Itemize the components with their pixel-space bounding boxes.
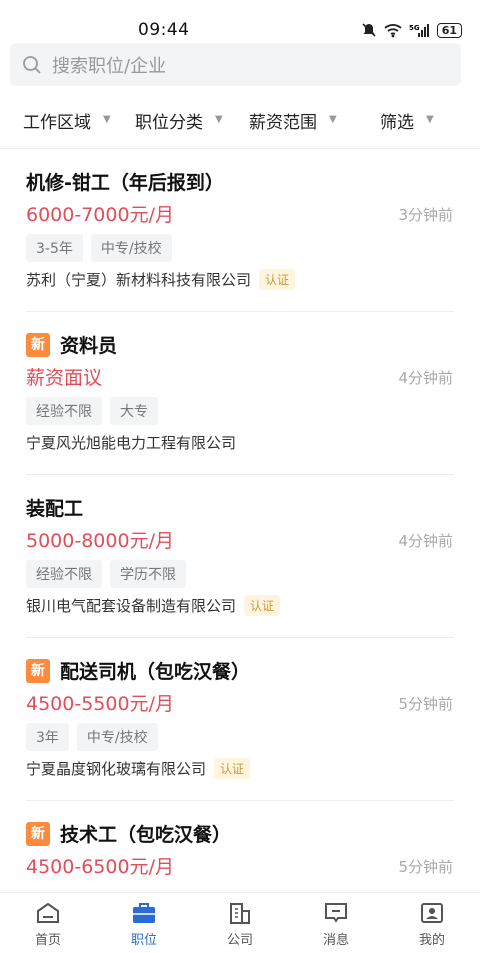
nav-messages[interactable]: 消息 [288, 893, 384, 953]
job-tag: 大专 [110, 397, 158, 425]
nav-label: 消息 [322, 933, 349, 948]
nav-label: 我的 [418, 933, 445, 948]
caret-down-icon: ▼ [426, 114, 434, 125]
building-icon [230, 903, 250, 924]
job-card[interactable]: 机修-钳工（年后报到） 6000-7000元/月 3分钟前 3-5年 中专/技校… [0, 168, 480, 328]
filter-label: 薪资范围 [249, 113, 317, 133]
card-divider [26, 637, 454, 638]
search-icon [23, 55, 41, 74]
job-tag: 中专/技校 [76, 723, 158, 751]
filter-label: 职位分类 [135, 113, 203, 133]
caret-down-icon: ▼ [329, 114, 337, 125]
message-icon [325, 903, 347, 923]
job-tag: 中专/技校 [90, 234, 172, 262]
job-card[interactable]: 新 技术工（包吃汉餐） 4500-6500元/月 5分钟前 [0, 820, 480, 892]
filter-salary-range[interactable]: 薪资范围 ▼ [249, 108, 337, 133]
job-company: 宁夏风光旭能电力工程有限公司 [26, 432, 236, 453]
caret-down-icon: ▼ [215, 114, 223, 125]
home-icon [37, 902, 59, 923]
job-tags: 经验不限 学历不限 [26, 560, 186, 588]
new-badge: 新 [26, 658, 50, 683]
company-name: 宁夏风光旭能电力工程有限公司 [26, 434, 237, 452]
filter-label: 筛选 [380, 113, 414, 133]
card-divider [26, 800, 454, 801]
new-badge: 新 [26, 821, 50, 846]
status-time: 09:44 [138, 20, 190, 40]
job-company: 宁夏晶度钢化玻璃有限公司 认证 [26, 758, 251, 779]
job-salary: 4500-6500元/月 [26, 856, 174, 878]
job-title-text: 资料员 [60, 335, 118, 357]
search-placeholder: 搜索职位/企业 [52, 55, 167, 77]
job-tag: 经验不限 [26, 397, 102, 425]
job-salary: 5000-8000元/月 [26, 530, 174, 552]
nav-label: 首页 [34, 933, 61, 948]
job-title: 装配工 [26, 494, 83, 521]
new-badge: 新 [26, 332, 50, 357]
nav-jobs[interactable]: 职位 [96, 893, 192, 953]
verified-badge: 认证 [244, 595, 281, 616]
job-time: 4分钟前 [398, 532, 453, 550]
job-tags: 经验不限 大专 [26, 397, 158, 425]
job-title: 新 技术工（包吃汉餐） [26, 820, 231, 847]
filter-label: 工作区域 [23, 113, 91, 133]
job-title: 新 配送司机（包吃汉餐） [26, 657, 250, 684]
svg-text:5G: 5G [409, 24, 420, 32]
nav-label: 公司 [226, 933, 253, 948]
briefcase-icon [133, 903, 155, 923]
job-time: 4分钟前 [398, 369, 453, 387]
nav-home[interactable]: 首页 [0, 893, 96, 953]
nav-company[interactable]: 公司 [192, 893, 288, 953]
signal-5g-icon: 5G [409, 24, 429, 37]
job-tag: 3年 [26, 723, 69, 751]
bottom-nav: 首页 职位 公司 消息 我的 [0, 892, 480, 953]
status-icons: 5G 61 [361, 22, 462, 38]
job-card[interactable]: 新 配送司机（包吃汉餐） 4500-5500元/月 5分钟前 3年 中专/技校 … [0, 657, 480, 817]
job-time: 3分钟前 [398, 206, 453, 224]
job-title: 新 资料员 [26, 331, 117, 358]
job-tag: 学历不限 [110, 560, 186, 588]
mute-bell-icon [362, 23, 376, 37]
status-bar: 09:44 5G 61 [0, 0, 480, 40]
battery-indicator: 61 [436, 22, 462, 38]
company-name: 宁夏晶度钢化玻璃有限公司 [26, 760, 207, 778]
job-time: 5分钟前 [398, 695, 453, 713]
filter-job-category[interactable]: 职位分类 ▼ [135, 108, 223, 133]
job-title-text: 机修-钳工（年后报到） [26, 172, 224, 194]
card-divider [26, 311, 454, 312]
caret-down-icon: ▼ [103, 114, 111, 125]
job-title: 机修-钳工（年后报到） [26, 168, 224, 195]
job-title-text: 配送司机（包吃汉餐） [60, 661, 251, 683]
verified-badge: 认证 [214, 758, 251, 779]
job-title-text: 装配工 [26, 498, 84, 520]
nav-label: 职位 [130, 933, 157, 948]
job-company: 苏利（宁夏）新材料科技有限公司 认证 [26, 269, 296, 290]
search-bar[interactable]: 搜索职位/企业 [10, 43, 461, 86]
filter-divider [0, 148, 480, 149]
job-tags: 3-5年 中专/技校 [26, 234, 172, 262]
verified-badge: 认证 [259, 269, 296, 290]
job-tags: 3年 中专/技校 [26, 723, 158, 751]
job-salary: 4500-5500元/月 [26, 693, 174, 715]
card-divider [26, 474, 454, 475]
filter-work-area[interactable]: 工作区域 ▼ [23, 108, 111, 133]
job-company: 银川电气配套设备制造有限公司 认证 [26, 595, 281, 616]
nav-profile[interactable]: 我的 [384, 893, 480, 953]
job-card[interactable]: 装配工 5000-8000元/月 4分钟前 经验不限 学历不限 银川电气配套设备… [0, 494, 480, 654]
job-salary: 6000-7000元/月 [26, 204, 174, 226]
job-tag: 经验不限 [26, 560, 102, 588]
filter-bar: 工作区域 ▼ 职位分类 ▼ 薪资范围 ▼ 筛选 ▼ [0, 100, 480, 140]
job-title-text: 技术工（包吃汉餐） [60, 824, 232, 846]
job-salary: 薪资面议 [26, 367, 103, 389]
company-name: 银川电气配套设备制造有限公司 [26, 597, 237, 615]
company-name: 苏利（宁夏）新材料科技有限公司 [26, 271, 252, 289]
profile-card-icon [421, 903, 443, 923]
filter-more[interactable]: 筛选 ▼ [380, 108, 434, 133]
wifi-icon [384, 24, 402, 38]
job-time: 5分钟前 [398, 858, 453, 876]
job-card[interactable]: 新 资料员 薪资面议 4分钟前 经验不限 大专 宁夏风光旭能电力工程有限公司 [0, 331, 480, 491]
job-tag: 3-5年 [26, 234, 83, 262]
